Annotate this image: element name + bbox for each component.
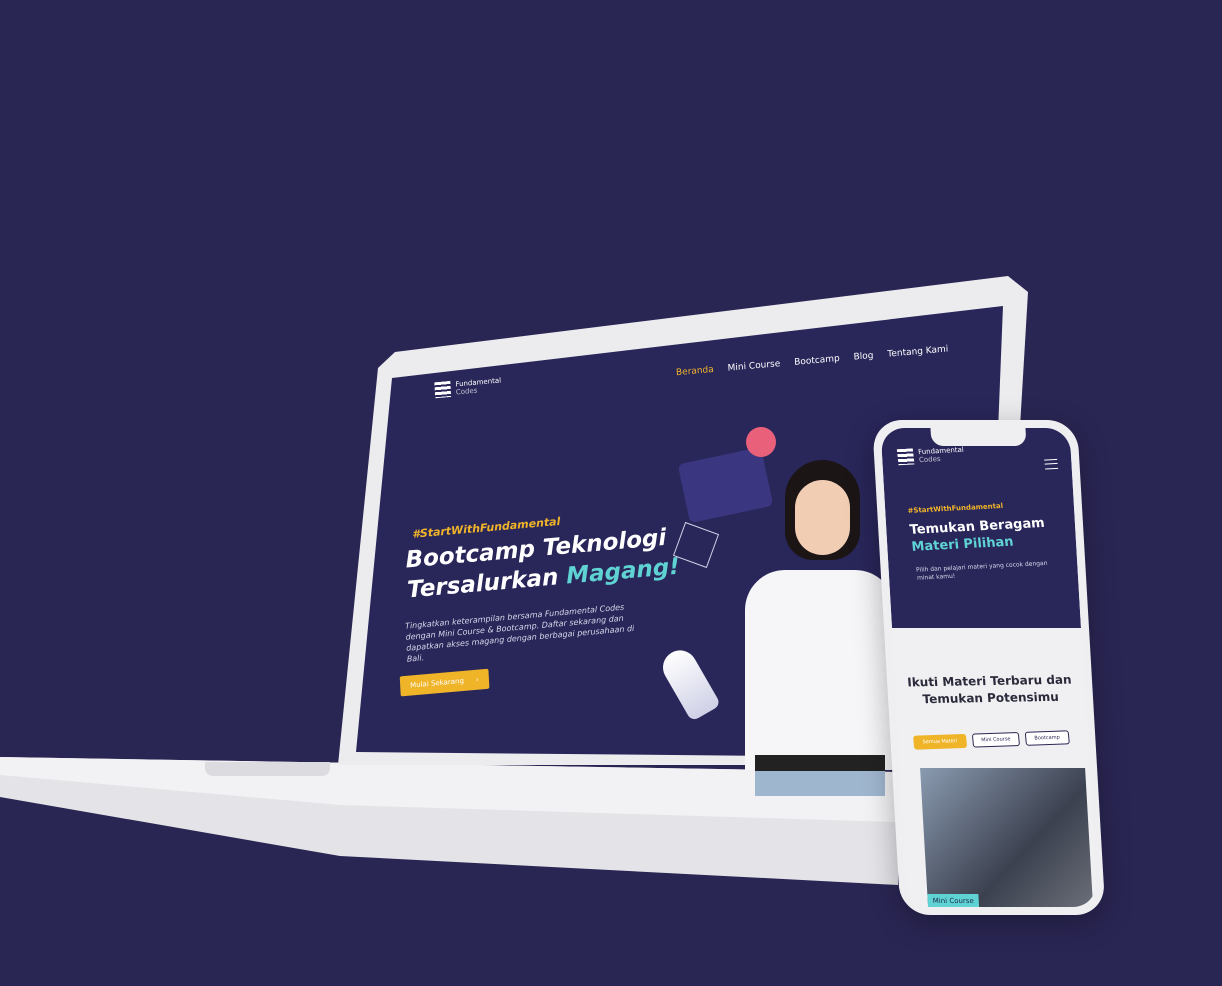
phone-screen: Fundamental Codes #StartWithFundamental T…	[880, 428, 1098, 907]
main-nav: Beranda Mini Course Bootcamp Blog Tentan…	[676, 344, 949, 378]
filter-semua-materi[interactable]: Semua Materi	[913, 733, 967, 750]
nav-tentang-kami[interactable]: Tentang Kami	[887, 344, 948, 359]
section-title-line2: Temukan Potensimu	[922, 689, 1060, 707]
chevron-right-icon: ›	[475, 675, 479, 684]
nav-mini-course[interactable]: Mini Course	[727, 359, 780, 374]
course-card-photo[interactable]: Mini Course	[920, 768, 1094, 907]
site-logo[interactable]: Fundamental Codes	[434, 376, 501, 399]
logo-mark-icon	[434, 380, 452, 399]
hero-person-photo	[745, 460, 895, 796]
filter-mini-course[interactable]: Mini Course	[971, 732, 1021, 748]
nav-bootcamp[interactable]: Bootcamp	[794, 354, 840, 368]
gear-badge-illustration	[746, 427, 776, 457]
nav-beranda[interactable]: Beranda	[676, 365, 714, 378]
nav-blog[interactable]: Blog	[853, 351, 873, 363]
course-type-badge: Mini Course	[927, 894, 980, 907]
hero-description: Tingkatkan keterampilan bersama Fundamen…	[404, 602, 635, 664]
logo-mark-icon	[896, 448, 915, 466]
filter-bootcamp[interactable]: Bootcamp	[1024, 730, 1070, 746]
phone-filter-chips: Semua Materi Mini Course Bootcamp	[913, 730, 1070, 750]
hero-title-highlight: Magang!	[565, 553, 681, 590]
phone-section-title: Ikuti Materi Terbaru dan Temukan Potensi…	[894, 671, 1085, 708]
phone-notch	[930, 428, 1027, 446]
laptop-lid-notch	[205, 762, 330, 776]
start-now-label: Mulai Sekarang	[409, 676, 465, 690]
hamburger-icon[interactable]	[1044, 458, 1059, 470]
phone-hero-title: Temukan Beragam Materi Pilihan	[909, 515, 1048, 556]
phone-mockup: Fundamental Codes #StartWithFundamental T…	[872, 420, 1106, 915]
